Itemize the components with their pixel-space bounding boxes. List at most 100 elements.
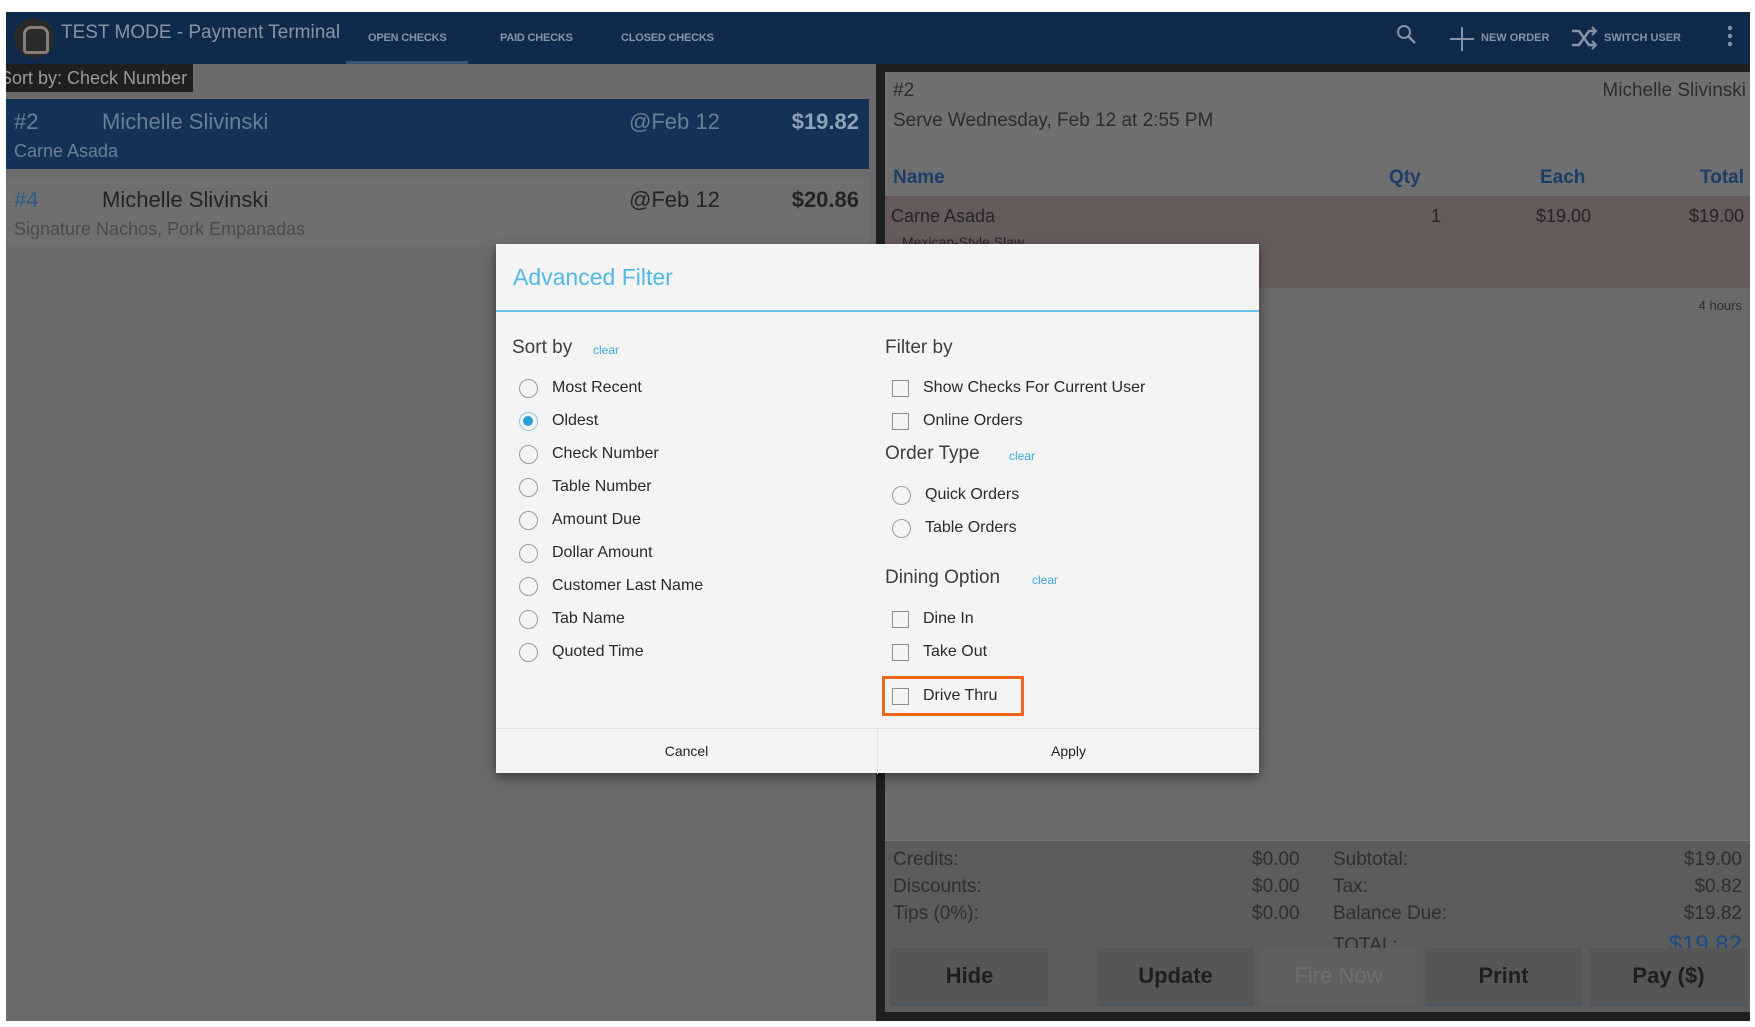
- checkbox-unchecked-icon: [892, 412, 909, 430]
- top-app-bar: TEST MODE - Payment Terminal OPEN CHECKS…: [6, 12, 1750, 64]
- switch-user-label: SWITCH USER: [1604, 32, 1681, 44]
- check-number: #2: [14, 109, 39, 134]
- hide-button[interactable]: Hide: [891, 948, 1048, 1006]
- discounts-value: $0.00: [1252, 876, 1300, 897]
- radio-unchecked-icon: [519, 609, 538, 629]
- radio-unchecked-icon: [519, 444, 538, 464]
- filter-online-orders-checkbox[interactable]: Online Orders: [892, 408, 1023, 434]
- new-order-label: NEW ORDER: [1481, 32, 1550, 44]
- checkbox-unchecked-icon: [892, 610, 909, 628]
- shuffle-icon: [1570, 12, 1598, 64]
- check-date: @Feb 12: [629, 109, 720, 134]
- radio-unchecked-icon: [519, 378, 538, 398]
- option-label: Table Number: [552, 478, 652, 495]
- subtotal-value: $19.00: [1683, 849, 1742, 870]
- tab-closed-checks[interactable]: CLOSED CHECKS: [621, 12, 714, 64]
- pay-button[interactable]: Pay ($): [1590, 948, 1747, 1006]
- new-order-button[interactable]: NEW ORDER: [1449, 12, 1549, 64]
- check-customer: Michelle Slivinski: [102, 109, 269, 134]
- sort-by-label: Sort by: [512, 337, 573, 358]
- radio-unchecked-icon: [892, 518, 911, 538]
- tax-label: Tax:: [1333, 876, 1368, 897]
- check-date: @Feb 12: [629, 187, 720, 212]
- option-label: Online Orders: [923, 412, 1023, 429]
- radio-unchecked-icon: [519, 576, 538, 596]
- option-label: Dine In: [923, 610, 974, 627]
- filter-current-user-checkbox[interactable]: Show Checks For Current User: [892, 375, 1145, 401]
- detail-serve-time: Serve Wednesday, Feb 12 at 2:55 PM: [893, 110, 1214, 131]
- option-label: Quoted Time: [552, 643, 644, 660]
- advanced-filter-dialog: Advanced Filter Sort by clear Most Recen…: [496, 244, 1259, 774]
- discounts-label: Discounts:: [893, 876, 982, 897]
- dialog-title: Advanced Filter: [513, 264, 673, 290]
- sort-indicator[interactable]: Sort by: Check Number: [6, 64, 194, 92]
- option-label: Quick Orders: [925, 486, 1020, 503]
- search-icon[interactable]: [1396, 24, 1418, 52]
- option-label: Table Orders: [925, 519, 1017, 536]
- option-label: Customer Last Name: [552, 577, 704, 594]
- radio-unchecked-icon: [519, 543, 538, 563]
- checkbox-unchecked-icon: [892, 643, 909, 661]
- sort-option-amount-due[interactable]: Amount Due: [519, 507, 641, 533]
- radio-checked-icon: [519, 411, 538, 431]
- detail-check-number: #2: [893, 80, 915, 101]
- radio-unchecked-icon: [892, 485, 911, 505]
- sort-option-table-number[interactable]: Table Number: [519, 474, 652, 500]
- tab-paid-checks[interactable]: PAID CHECKS: [500, 12, 573, 64]
- app-logo-icon: [14, 18, 54, 58]
- sort-option-check-number[interactable]: Check Number: [519, 441, 659, 467]
- title-divider: [496, 310, 1259, 312]
- radio-unchecked-icon: [519, 477, 538, 497]
- update-button[interactable]: Update: [1097, 948, 1254, 1006]
- print-button[interactable]: Print: [1425, 948, 1582, 1006]
- tips-value: $0.00: [1252, 903, 1300, 924]
- check-amount: $19.82: [791, 109, 859, 134]
- credits-value: $0.00: [1252, 849, 1300, 870]
- cancel-button[interactable]: Cancel: [496, 729, 877, 774]
- order-type-label: Order Type: [885, 443, 980, 464]
- order-type-clear-link[interactable]: clear: [1009, 449, 1035, 463]
- elapsed-time: 4 hours: [1698, 298, 1742, 313]
- check-amount: $20.86: [791, 187, 859, 212]
- plus-icon: [1449, 12, 1475, 64]
- dining-option-label: Dining Option: [885, 567, 1001, 588]
- order-type-table-orders[interactable]: Table Orders: [892, 515, 1017, 541]
- sort-by-clear-link[interactable]: clear: [593, 343, 619, 357]
- sort-option-oldest[interactable]: Oldest: [519, 408, 598, 434]
- radio-unchecked-icon: [519, 642, 538, 662]
- line-item-each: $19.00: [1536, 206, 1592, 226]
- sort-option-customer-last-name[interactable]: Customer Last Name: [519, 573, 703, 599]
- dining-take-out-checkbox[interactable]: Take Out: [892, 639, 987, 665]
- sort-option-tab-name[interactable]: Tab Name: [519, 606, 625, 632]
- option-label: Take Out: [923, 643, 988, 660]
- dining-dine-in-checkbox[interactable]: Dine In: [892, 606, 974, 632]
- col-qty: Qty: [1389, 167, 1421, 188]
- dining-option-clear-link[interactable]: clear: [1032, 573, 1058, 587]
- option-label: Check Number: [552, 445, 659, 462]
- dialog-footer: Cancel Apply: [496, 728, 1259, 774]
- line-item-name: Carne Asada: [891, 206, 996, 226]
- check-list-item[interactable]: #4 Michelle Slivinski @Feb 12 $20.86 Sig…: [6, 177, 869, 247]
- check-list-item[interactable]: #2 Michelle Slivinski @Feb 12 $19.82 Car…: [6, 99, 869, 169]
- switch-user-button[interactable]: SWITCH USER: [1570, 12, 1681, 64]
- subtotal-label: Subtotal:: [1333, 849, 1408, 870]
- sort-option-dollar-amount[interactable]: Dollar Amount: [519, 540, 653, 566]
- filter-by-label: Filter by: [885, 337, 953, 358]
- sort-option-quoted-time[interactable]: Quoted Time: [519, 639, 644, 665]
- col-name: Name: [893, 167, 945, 188]
- detail-customer: Michelle Slivinski: [1602, 80, 1746, 101]
- check-number: #4: [14, 187, 39, 212]
- fire-now-button[interactable]: Fire Now: [1260, 948, 1417, 1006]
- tab-open-checks[interactable]: OPEN CHECKS: [345, 12, 470, 64]
- app-title: TEST MODE - Payment Terminal: [61, 22, 341, 43]
- more-vert-icon[interactable]: [1726, 22, 1734, 58]
- sort-option-most-recent[interactable]: Most Recent: [519, 375, 642, 401]
- checkbox-unchecked-icon: [892, 379, 909, 397]
- option-label: Oldest: [552, 412, 599, 429]
- apply-button[interactable]: Apply: [878, 729, 1259, 774]
- order-type-quick-orders[interactable]: Quick Orders: [892, 482, 1019, 508]
- option-label: Tab Name: [552, 610, 625, 627]
- check-items: Signature Nachos, Pork Empanadas: [14, 219, 306, 239]
- check-detail-header: #2 Michelle Slivinski Serve Wednesday, F…: [885, 72, 1750, 160]
- balance-due-value: $19.82: [1683, 903, 1742, 924]
